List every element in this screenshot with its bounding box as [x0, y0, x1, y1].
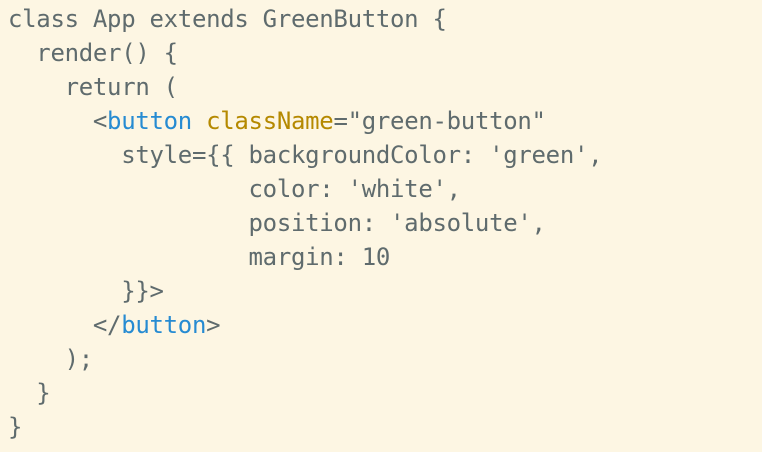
code-token: render() {: [8, 39, 178, 67]
code-line-12: }: [8, 376, 50, 410]
code-token: </: [8, 311, 122, 339]
code-line-9: }}>: [8, 274, 164, 308]
code-token: style={{ backgroundColor: 'green',: [8, 141, 603, 169]
code-token: color: 'white',: [8, 175, 462, 203]
code-token: class App extends GreenButton {: [8, 5, 447, 33]
code-line-3: return (: [8, 70, 179, 104]
code-token: }: [8, 413, 23, 441]
code-token: margin: 10: [8, 243, 391, 271]
code-line-4: <button className="green-button": [8, 104, 546, 138]
code-line-2: render() {: [8, 36, 178, 70]
code-line-6: color: 'white',: [8, 172, 462, 206]
code-line-5: style={{ backgroundColor: 'green',: [8, 138, 602, 172]
code-token: }: [8, 379, 51, 407]
code-token: ="green-button": [333, 107, 546, 135]
code-token: return (: [8, 73, 179, 101]
code-line-13: }: [8, 410, 22, 444]
code-line-1: class App extends GreenButton {: [8, 2, 447, 36]
code-editor: class App extends GreenButton { render()…: [0, 0, 762, 452]
code-token: }}>: [8, 277, 164, 305]
code-line-11: );: [8, 342, 94, 376]
code-line-10: </button>: [8, 308, 221, 342]
jsx-tag-token: button: [107, 107, 192, 135]
jsx-tag-token: button: [121, 311, 207, 339]
code-line-7: position: 'absolute',: [8, 206, 546, 240]
code-token: <: [8, 107, 108, 135]
code-token: position: 'absolute',: [8, 209, 546, 237]
jsx-attribute-token: className: [206, 107, 334, 135]
code-token: );: [8, 345, 94, 373]
code-line-8: margin: 10: [8, 240, 391, 274]
code-token: >: [206, 311, 221, 339]
